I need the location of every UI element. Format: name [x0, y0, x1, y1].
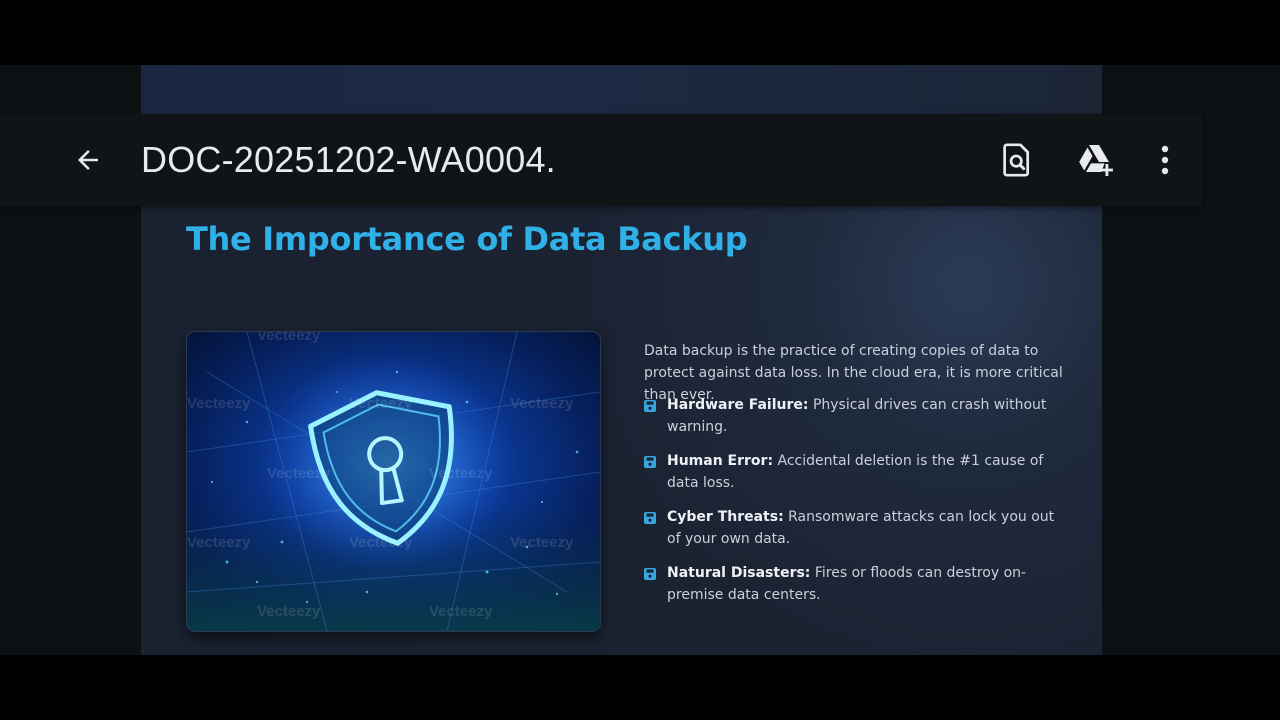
list-item-human-error: Human Error: Accidental deletion is the …: [644, 451, 1064, 494]
risk-list: Hardware Failure: Physical drives can cr…: [644, 395, 1064, 619]
save-to-drive-button[interactable]: [1071, 135, 1121, 185]
list-item-cyber-threats: Cyber Threats: Ransomware attacks can lo…: [644, 507, 1064, 550]
more-options-button[interactable]: [1140, 135, 1190, 185]
svg-text:Vecteezy: Vecteezy: [257, 603, 321, 620]
svg-text:Vecteezy: Vecteezy: [510, 534, 574, 551]
svg-text:Vecteezy: Vecteezy: [267, 465, 331, 482]
save-icon: [644, 512, 656, 524]
bullet-heading: Hardware Failure:: [667, 397, 809, 413]
bullet-heading: Human Error:: [667, 453, 774, 469]
more-vert-icon: [1161, 145, 1169, 175]
svg-text:Vecteezy: Vecteezy: [349, 395, 413, 412]
svg-text:Vecteezy: Vecteezy: [429, 465, 493, 482]
svg-text:Vecteezy: Vecteezy: [187, 395, 251, 412]
app-bar: DOC-20251202-WA0004.: [0, 114, 1202, 206]
find-in-page-icon: [1003, 143, 1030, 177]
back-button[interactable]: [63, 135, 113, 185]
svg-text:Vecteezy: Vecteezy: [349, 534, 413, 551]
search-in-document-button[interactable]: [992, 135, 1042, 185]
save-icon: [644, 456, 656, 468]
save-icon: [644, 400, 656, 412]
bullet-heading: Cyber Threats:: [667, 509, 784, 525]
bullet-heading: Natural Disasters:: [667, 565, 811, 581]
previous-slide-edge: [141, 65, 1102, 114]
slide-title: The Importance of Data Backup: [186, 220, 748, 258]
svg-text:Vecteezy: Vecteezy: [257, 332, 321, 344]
arrow-back-icon: [78, 150, 98, 170]
svg-text:Vecteezy: Vecteezy: [187, 534, 251, 551]
list-item-hardware-failure: Hardware Failure: Physical drives can cr…: [644, 395, 1064, 438]
svg-text:Vecteezy: Vecteezy: [510, 395, 574, 412]
document-title: DOC-20251202-WA0004.: [141, 139, 556, 180]
google-drive-add-icon: [1079, 145, 1113, 176]
svg-text:Vecteezy: Vecteezy: [429, 603, 493, 620]
list-item-natural-disasters: Natural Disasters: Fires or floods can d…: [644, 563, 1064, 606]
shield-illustration: Vecteezy Vecteezy Vecteezy Vecteezy Vect…: [186, 331, 601, 632]
save-icon: [644, 568, 656, 580]
